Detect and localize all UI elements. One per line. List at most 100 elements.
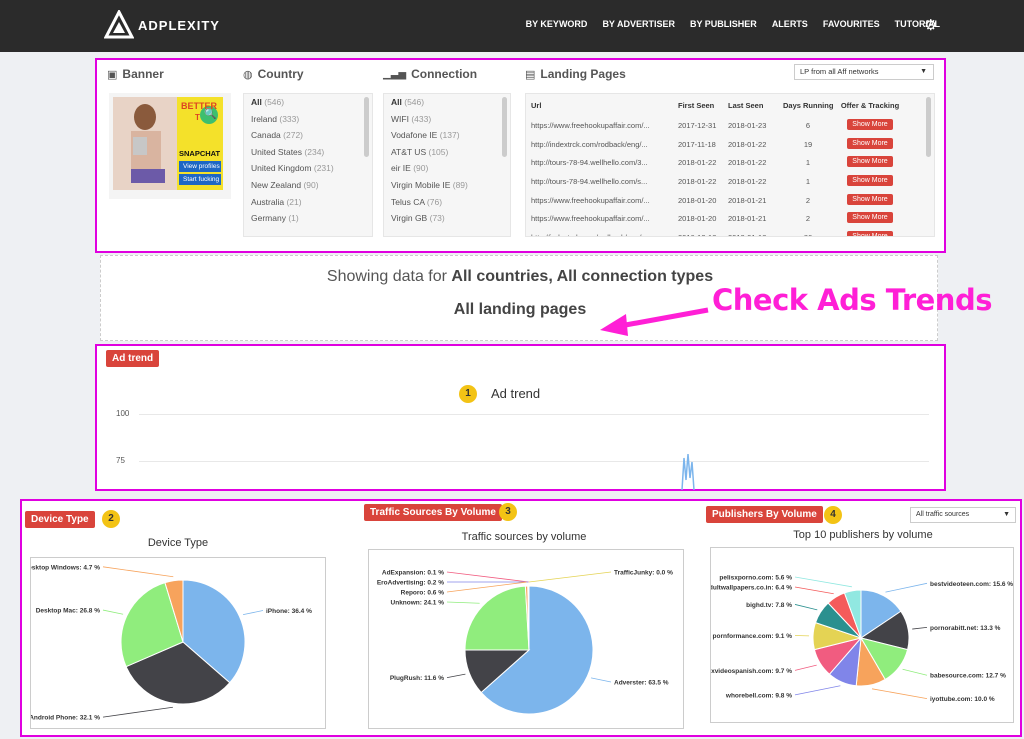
image-icon: ▣ (107, 68, 118, 81)
country-item[interactable]: All (546) (244, 94, 372, 111)
traffic-source-select[interactable]: All traffic sources ▼ (910, 507, 1016, 523)
country-list[interactable]: All (546) Ireland (333) Canada (272) Uni… (243, 93, 373, 237)
pie-data-label: pelisxporno.com: 5.6 % (719, 574, 792, 581)
connection-scrollbar[interactable] (502, 97, 507, 157)
connection-header: ▁▃▅ Connection (383, 67, 478, 81)
pie-data-label: iPhone: 36.4 % (266, 608, 312, 615)
pie-data-label: iyottube.com: 10.0 % (930, 696, 995, 703)
connection-item[interactable]: Virgin Mobile IE (89) (384, 177, 510, 194)
lp-last-seen: 2018-01-21 (728, 214, 767, 224)
lp-last-seen: 2018-01-18 (728, 233, 783, 236)
lp-last-seen: 2018-01-22 (728, 176, 767, 186)
y-tick: 100 (116, 409, 130, 418)
lp-url[interactable]: https://www.freehookupaffair.com/... (526, 214, 678, 223)
pie-data-label: pornformance.com: 9.1 % (713, 633, 793, 640)
country-item[interactable]: Germany (1) (244, 210, 372, 227)
pie-connector (446, 601, 480, 604)
lp-days-running: 1 (805, 176, 811, 186)
check-ads-trends-annotation: Check Ads Trends (712, 283, 992, 317)
table-row: https://www.freehookupaffair.com/... 2018… (526, 191, 934, 210)
country-header: ◍ Country (243, 67, 304, 81)
country-item[interactable]: New Zealand (90) (244, 177, 372, 194)
brand-logo[interactable]: ADPLEXITY (104, 10, 220, 40)
main-nav: BY KEYWORD BY ADVERTISER BY PUBLISHER AL… (526, 19, 940, 29)
settings-gear-icon[interactable]: ⚙ (924, 16, 937, 34)
publishers-panel: Publishers By Volume 4 All traffic sourc… (705, 501, 1020, 735)
banner-thumbnail[interactable]: BETTER T 🔍 SNAPCHAT View profiles Start … (109, 93, 231, 199)
pie-data-label: pornorabitt.net: 13.3 % (930, 625, 1001, 632)
connection-item[interactable]: WIFI (433) (384, 111, 510, 128)
nav-alerts[interactable]: ALERTS (772, 19, 808, 29)
country-item[interactable]: Canada (272) (244, 127, 372, 144)
show-more-button[interactable]: Show More (847, 193, 893, 205)
lp-scrollbar[interactable] (926, 97, 931, 157)
pie-data-label: Adverster: 63.5 % (614, 679, 669, 686)
connection-list[interactable]: All (546) WIFI (433) Vodafone IE (137) A… (383, 93, 511, 237)
connection-item[interactable]: All (546) (384, 94, 510, 111)
pie-connector (446, 571, 529, 583)
connection-item[interactable]: eir IE (90) (384, 160, 510, 177)
pie-data-label: bestvideoteen.com: 15.6 % (930, 581, 1013, 588)
lp-url[interactable]: http://tours-78-94.wellhello.com/s... (526, 177, 678, 186)
pie-connector (902, 668, 928, 676)
lp-days-running: 86 (783, 233, 833, 236)
nav-by-keyword[interactable]: BY KEYWORD (526, 19, 588, 29)
show-more-button[interactable]: Show More (847, 174, 893, 186)
adplexity-logo-icon (104, 10, 134, 39)
pie-data-label: Desktop Windows: 4.7 % (31, 564, 100, 571)
country-item[interactable]: Ireland (333) (244, 111, 372, 128)
country-item[interactable]: Australia (21) (244, 194, 372, 211)
pie-connector (528, 571, 612, 583)
lp-days-running: 1 (805, 158, 811, 168)
connection-item[interactable]: AT&T US (105) (384, 144, 510, 161)
lp-network-select[interactable]: LP from all Aff networks ▼ (794, 64, 934, 80)
step-badge-4: 4 (824, 506, 842, 524)
pie-data-label: babesource.com: 12.7 % (930, 673, 1006, 680)
pie-data-label: Android Phone: 32.1 % (31, 715, 100, 722)
table-header: Url First Seen Last Seen Days Running Of… (531, 100, 900, 110)
pie-connector (102, 706, 173, 718)
pie-connector (590, 677, 612, 683)
lp-first-seen: 2017-12-31 (678, 120, 717, 130)
nav-by-publisher[interactable]: BY PUBLISHER (690, 19, 757, 29)
y-tick: 75 (116, 456, 125, 465)
table-row: https://www.freehookupaffair.com/... 2018… (526, 209, 934, 228)
nav-favourites[interactable]: FAVOURITES (823, 19, 880, 29)
country-item[interactable]: United States (234) (244, 144, 372, 161)
top-navbar: ADPLEXITY BY KEYWORD BY ADVERTISER BY PU… (0, 0, 1024, 52)
connection-item[interactable]: Vodafone IE (137) (384, 127, 510, 144)
country-item[interactable]: United Kingdom (231) (244, 160, 372, 177)
charts-row: Device Type 2 Device Type iPhone: 36.4 %… (20, 499, 1022, 737)
brand-name: ADPLEXITY (138, 17, 220, 33)
show-more-button[interactable]: Show More (847, 230, 893, 236)
connection-item[interactable]: Telus CA (76) (384, 194, 510, 211)
traffic-pie-frame: TrafficJunky: 0.0 % Adverster: 63.5 % AdEx… (368, 549, 684, 729)
lp-url[interactable]: http://tours-78-94.wellhello.com/3... (526, 158, 678, 167)
lp-url[interactable]: https://www.freehookupaffair.com/... (526, 196, 678, 205)
landing-pages-table: Url First Seen Last Seen Days Running Of… (525, 93, 935, 237)
landing-pages-header: ▤ Landing Pages (525, 67, 626, 81)
lp-last-seen: 2018-01-22 (728, 139, 767, 149)
traffic-chart-title: Traffic sources by volume (461, 531, 587, 543)
lp-url[interactable]: http://indextrck.com/rodback/eng/... (526, 140, 678, 149)
nav-by-advertiser[interactable]: BY ADVERTISER (602, 19, 675, 29)
show-more-button[interactable]: Show More (847, 118, 893, 130)
lp-last-seen: 2018-01-23 (728, 120, 767, 130)
pie-data-label: PlugRush: 11.6 % (390, 675, 444, 682)
pie-data-label: TrafficJunky: 0.0 % (614, 570, 673, 577)
connection-item[interactable]: Virgin GB (73) (384, 210, 510, 227)
lp-url[interactable]: https://www.freehookupaffair.com/... (526, 121, 678, 130)
table-row: http://indextrck.com/rodback/eng/... 2017… (526, 135, 934, 154)
country-scrollbar[interactable] (364, 97, 369, 157)
lp-first-seen: 2018-01-22 (678, 158, 717, 168)
ad-trend-title: Ad trend (491, 386, 541, 401)
show-more-button[interactable]: Show More (847, 212, 893, 224)
show-more-button[interactable]: Show More (847, 137, 893, 149)
lp-offer-cell: Show More (833, 193, 907, 207)
lp-url[interactable]: http://indextrck.com/rodback/eng/... (526, 233, 678, 236)
pie-slice[interactable] (464, 585, 530, 651)
gridline (139, 414, 929, 415)
lp-offer-cell: Show More (833, 156, 907, 169)
show-more-button[interactable]: Show More (847, 156, 893, 168)
globe-icon: ◍ (243, 68, 253, 81)
